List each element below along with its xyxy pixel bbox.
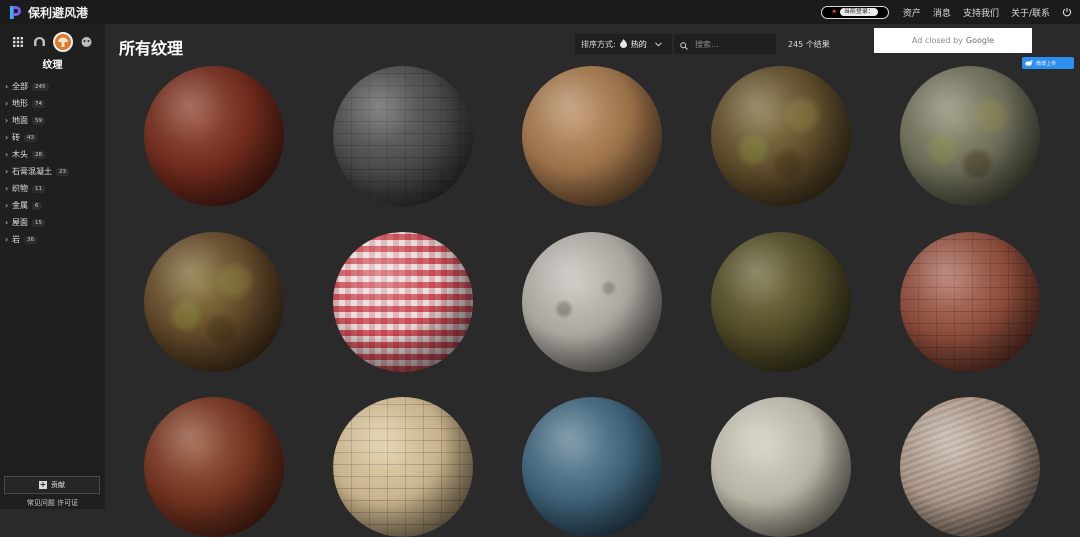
top-nav: ⚑ 当前登录： 资产 消息 支持我们 关于/联系 — [820, 0, 1073, 24]
category-count: 23 — [56, 167, 69, 176]
category-label: 屋面 — [12, 218, 28, 227]
weibo-share-button[interactable]: 微博上传 — [1022, 57, 1074, 69]
chevron-right-icon: › — [5, 201, 9, 210]
site-logo[interactable]: 保利避风港 — [0, 0, 88, 24]
category-item[interactable]: › 全部 245 — [5, 78, 105, 95]
category-label: 砖 — [12, 133, 20, 142]
ad-text: Ad closed by — [911, 36, 963, 45]
category-count: 28 — [32, 150, 45, 159]
category-count: 11 — [32, 184, 45, 193]
top-bar: 保利避风港 ⚑ 当前登录： 资产 消息 支持我们 关于/联系 — [0, 0, 1080, 24]
result-count: 245 个结果 — [788, 40, 830, 49]
category-item[interactable]: › 屋面 15 — [5, 214, 105, 231]
category-list: › 全部 245 › 地形 74 › 地面 59 › 砖 43 › 木头 28 › 石膏混凝土 23 › 织物 11 › 金… — [0, 78, 105, 248]
texture-card[interactable] — [333, 232, 473, 372]
weibo-label: 微博上传 — [1036, 60, 1057, 67]
nav-link-messages[interactable]: 消息 — [933, 6, 951, 19]
category-item[interactable]: › 地面 59 — [5, 112, 105, 129]
nav-link-assets[interactable]: 资产 — [903, 6, 921, 19]
search-input[interactable] — [693, 38, 773, 50]
logo-text: 保利避风港 — [28, 5, 89, 20]
texture-card[interactable] — [522, 232, 662, 372]
chevron-right-icon: › — [5, 235, 9, 244]
texture-grid — [105, 24, 1080, 537]
ad-banner: Ad closed by Google — [874, 28, 1032, 53]
category-label: 岩 — [12, 235, 20, 244]
texture-card[interactable] — [711, 66, 851, 206]
chevron-right-icon: › — [5, 150, 9, 159]
category-item[interactable]: › 砖 43 — [5, 129, 105, 146]
texture-card[interactable] — [900, 232, 1040, 372]
asset-type-switcher — [0, 24, 105, 54]
search-box — [674, 34, 776, 54]
category-label: 金属 — [12, 201, 28, 210]
category-item[interactable]: › 地形 74 — [5, 95, 105, 112]
flag-icon: ⚑ — [831, 8, 837, 16]
category-label: 地面 — [12, 116, 28, 125]
ad-brand: Google — [965, 36, 995, 45]
category-count: 59 — [32, 116, 45, 125]
weibo-icon — [1025, 60, 1033, 66]
texture-card[interactable] — [333, 66, 473, 206]
texture-card[interactable] — [711, 232, 851, 372]
main-content: 所有纹理 排序方式: 热的 245 个结果 Ad closed by Googl… — [105, 24, 1080, 537]
chevron-right-icon: › — [5, 184, 9, 193]
texture-card[interactable] — [522, 397, 662, 537]
chevron-right-icon: › — [5, 99, 9, 108]
page-title: 所有纹理 — [119, 39, 184, 58]
contribute-label: 贡献 — [51, 481, 65, 489]
texture-card[interactable] — [144, 66, 284, 206]
category-item[interactable]: › 木头 28 — [5, 146, 105, 163]
sort-dropdown[interactable]: 排序方式: 热的 — [575, 34, 672, 54]
category-count: 15 — [32, 218, 45, 227]
texture-card[interactable] — [144, 232, 284, 372]
sort-value: 热的 — [630, 39, 647, 49]
texture-card[interactable] — [144, 397, 284, 537]
texture-card[interactable] — [900, 66, 1040, 206]
category-label: 全部 — [12, 82, 28, 91]
category-label: 地形 — [12, 99, 28, 108]
chevron-right-icon: › — [5, 116, 9, 125]
category-item[interactable]: › 石膏混凝土 23 — [5, 163, 105, 180]
category-count: 6 — [32, 201, 42, 210]
sort-label: 排序方式: — [581, 39, 616, 49]
chevron-right-icon: › — [5, 167, 9, 176]
category-item[interactable]: › 岩 36 — [5, 231, 105, 248]
category-item[interactable]: › 金属 6 — [5, 197, 105, 214]
model-icon[interactable] — [79, 34, 95, 50]
sidebar: 纹理 › 全部 245 › 地形 74 › 地面 59 › 砖 43 › 木头 28 › 石膏混凝土 23 › 织物 1… — [0, 24, 105, 509]
category-count: 36 — [24, 235, 37, 244]
flame-icon — [619, 38, 627, 50]
login-chip-label: 当前登录： — [839, 8, 878, 16]
category-count: 74 — [32, 99, 45, 108]
texture-card[interactable] — [900, 397, 1040, 537]
category-label: 织物 — [12, 184, 28, 193]
category-label: 木头 — [12, 150, 28, 159]
login-chip[interactable]: ⚑ 当前登录： — [820, 5, 889, 19]
category-item[interactable]: › 织物 11 — [5, 180, 105, 197]
nav-link-support[interactable]: 支持我们 — [963, 6, 999, 19]
logo-icon — [10, 6, 21, 19]
chevron-down-icon — [654, 40, 662, 49]
power-icon[interactable] — [1062, 7, 1072, 17]
texture-card[interactable] — [522, 66, 662, 206]
texture-icon[interactable] — [53, 32, 74, 52]
texture-card[interactable] — [711, 397, 851, 537]
plus-icon: + — [39, 480, 47, 489]
chevron-right-icon: › — [5, 82, 9, 91]
sidebar-title: 纹理 — [42, 60, 63, 71]
chevron-right-icon: › — [5, 133, 9, 142]
chevron-right-icon: › — [5, 218, 9, 227]
grid-icon[interactable] — [10, 34, 26, 50]
hdri-icon[interactable] — [32, 34, 48, 50]
category-count: 245 — [32, 82, 49, 91]
category-label: 石膏混凝土 — [12, 167, 52, 176]
nav-link-about[interactable]: 关于/联系 — [1011, 6, 1050, 19]
footer-links[interactable]: 常见问题 许可证 — [0, 498, 105, 508]
category-count: 43 — [24, 133, 37, 142]
search-icon — [680, 35, 688, 54]
contribute-button[interactable]: + 贡献 — [4, 476, 100, 494]
texture-card[interactable] — [333, 397, 473, 537]
